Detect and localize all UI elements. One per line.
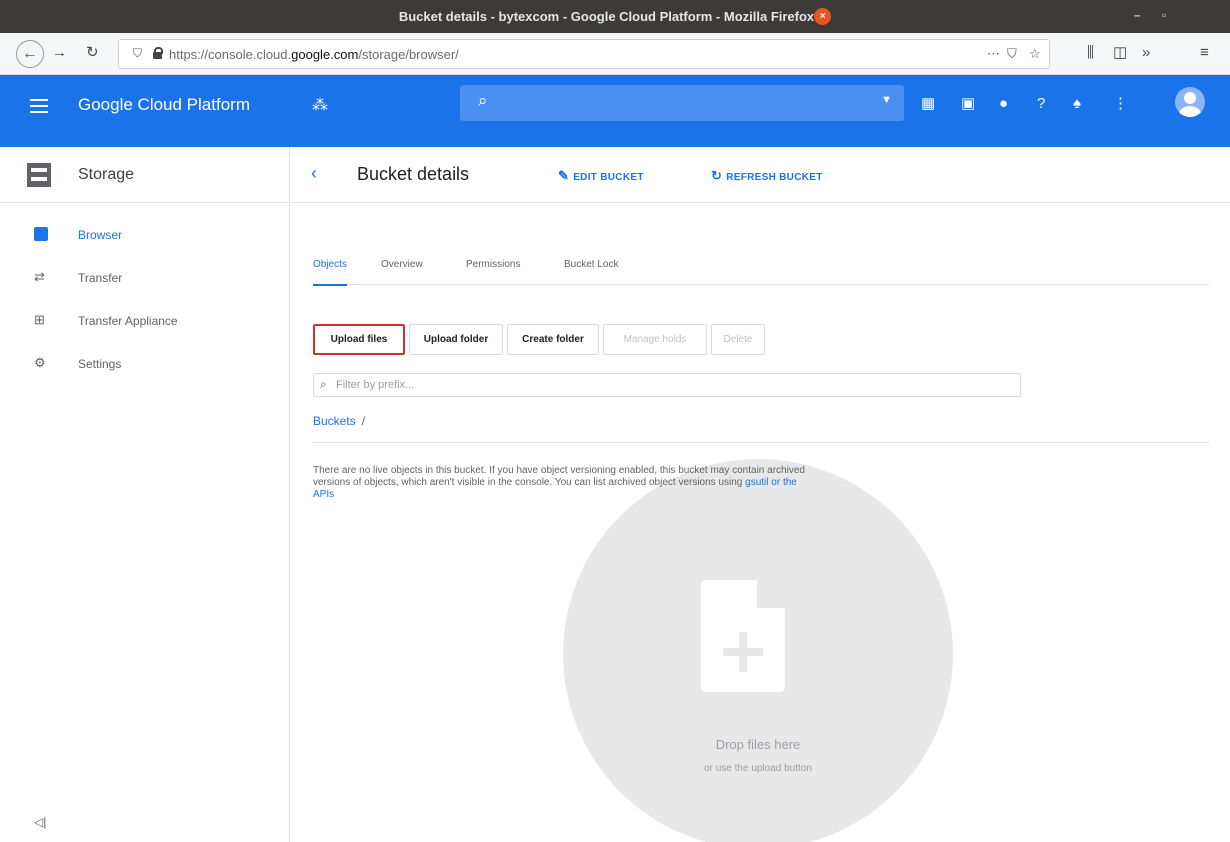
gcp-title[interactable]: Google Cloud Platform — [78, 95, 250, 115]
drop-zone-subtitle: or use the upload button — [704, 763, 812, 774]
sidebar: Storage Browser ⇄ Transfer ⊞ Transfer Ap… — [0, 147, 290, 842]
refresh-bucket-button[interactable]: ↻ REFRESH BUCKET — [711, 168, 823, 184]
sidebar-item-label: Browser — [78, 228, 123, 242]
breadcrumb-buckets[interactable]: Buckets — [313, 414, 356, 428]
support-icon[interactable]: ● — [999, 95, 1008, 113]
page-title: Bucket details — [357, 164, 470, 184]
sidebar-item-label: Transfer — [78, 271, 123, 285]
maximize-icon[interactable]: ▫ — [1162, 8, 1166, 22]
sidebar-item-transfer-appliance[interactable]: ⊞ Transfer Appliance — [0, 301, 290, 341]
lock-icon[interactable] — [153, 47, 163, 59]
bookmark-star-icon[interactable]: ☆ — [1029, 46, 1041, 62]
divider — [313, 442, 1209, 443]
transfer-appliance-icon: ⊞ — [34, 312, 45, 327]
pocket-icon[interactable]: ⛉ — [1007, 46, 1017, 62]
file-upload-icon — [701, 580, 785, 692]
empty-bucket-message: There are no live objects in this bucket… — [313, 465, 813, 501]
back-icon[interactable]: ‹ — [311, 163, 317, 184]
breadcrumb-separator: / — [361, 414, 366, 428]
help-icon[interactable]: ? — [1037, 95, 1045, 113]
filter-input[interactable]: ⌕ Filter by prefix... — [313, 373, 1021, 397]
tab-bar: Objects Overview Permissions Bucket Lock — [313, 245, 1209, 286]
page-actions-icon[interactable]: ⋯ — [987, 46, 1000, 62]
forward-arrow-icon[interactable]: → — [52, 44, 67, 62]
hamburger-menu-icon[interactable] — [30, 99, 48, 113]
drop-zone-title: Drop files here — [715, 737, 801, 752]
minimize-icon[interactable]: – — [1134, 8, 1141, 22]
url-prefix: https://console.cloud. — [169, 47, 292, 62]
filter-placeholder: Filter by prefix... — [336, 379, 415, 391]
delete-button[interactable]: Delete — [711, 324, 765, 355]
pencil-icon: ✎ — [558, 168, 570, 183]
marketplace-icon[interactable]: ▦ — [921, 95, 935, 113]
window-title: Bucket details - bytexcom - Google Cloud… — [398, 9, 815, 24]
refresh-icon: ↻ — [711, 168, 723, 183]
tab-permissions[interactable]: Permissions — [466, 259, 520, 270]
sidebar-item-transfer[interactable]: ⇄ Transfer — [0, 258, 290, 298]
sidebar-toggle-icon[interactable]: ◫ — [1113, 44, 1127, 62]
cloud-shell-icon[interactable]: ▣ — [961, 95, 975, 113]
overflow-chevron-icon[interactable]: » — [1142, 44, 1150, 62]
manage-holds-button[interactable]: Manage holds — [603, 324, 707, 355]
project-selector-icon[interactable]: ⁂ — [312, 95, 328, 115]
sidebar-title: Storage — [78, 166, 135, 183]
tracking-shield-icon[interactable]: ⛉ — [133, 46, 142, 61]
browser-icon — [34, 227, 48, 241]
page-header: ‹ Bucket details ✎ EDIT BUCKET ↻ REFRESH B… — [291, 147, 1230, 203]
back-arrow-icon[interactable]: ← — [16, 40, 44, 68]
notifications-icon[interactable]: ♠ — [1073, 95, 1081, 113]
close-window-icon[interactable]: × — [814, 8, 832, 25]
gcp-header: Google Cloud Platform ⁂ ⌕ ▼ ▦ ▣ ● ? ♠ ⋮ — [0, 75, 1230, 147]
settings-icon: ⚙ — [34, 355, 46, 370]
url-domain: google.com — [291, 47, 359, 62]
main-content: ‹ Bucket details ✎ EDIT BUCKET ↻ REFRESH B… — [291, 147, 1230, 842]
url-path: /storage/browser/ — [358, 47, 459, 62]
window-titlebar: Bucket details - bytexcom - Google Cloud… — [0, 0, 1230, 33]
empty-bucket-text: There are no live objects in this bucket… — [313, 465, 805, 488]
sidebar-header: Storage — [0, 147, 290, 203]
edit-bucket-button[interactable]: ✎ EDIT BUCKET — [558, 168, 644, 184]
collapse-sidebar-icon[interactable]: ◁| — [34, 815, 46, 829]
more-vert-icon[interactable]: ⋮ — [1113, 95, 1128, 113]
tab-bucket-lock[interactable]: Bucket Lock — [564, 259, 618, 270]
avatar[interactable] — [1175, 87, 1205, 117]
sidebar-item-label: Transfer Appliance — [78, 314, 178, 328]
transfer-icon: ⇄ — [34, 269, 45, 284]
search-input[interactable]: ⌕ ▼ — [460, 85, 904, 121]
sidebar-item-label: Settings — [78, 357, 122, 371]
browser-toolbar: ← → ↻ ⛉ https://console.cloud.google.com… — [0, 33, 1230, 75]
edit-bucket-label: EDIT BUCKET — [573, 172, 644, 183]
create-folder-button[interactable]: Create folder — [507, 324, 599, 355]
library-icon[interactable]: ⫼ — [1087, 44, 1094, 62]
reload-icon[interactable]: ↻ — [86, 44, 99, 62]
url-text[interactable]: https://console.cloud.google.com/storage… — [169, 47, 459, 62]
search-icon: ⌕ — [320, 377, 327, 391]
sidebar-item-settings[interactable]: ⚙ Settings — [0, 344, 290, 384]
upload-folder-button[interactable]: Upload folder — [409, 324, 503, 355]
browser-menu-icon[interactable]: ≡ — [1200, 44, 1209, 62]
storage-icon — [27, 163, 51, 187]
chevron-down-icon[interactable]: ▼ — [881, 94, 892, 106]
url-bar[interactable]: ⛉ https://console.cloud.google.com/stora… — [118, 39, 1050, 69]
breadcrumb: Buckets / — [313, 414, 365, 428]
tab-objects[interactable]: Objects — [313, 259, 347, 286]
refresh-bucket-label: REFRESH BUCKET — [726, 172, 823, 183]
upload-files-button[interactable]: Upload files — [313, 324, 405, 355]
sidebar-item-browser[interactable]: Browser — [0, 215, 290, 255]
tab-overview[interactable]: Overview — [381, 259, 423, 270]
search-icon: ⌕ — [478, 91, 488, 110]
